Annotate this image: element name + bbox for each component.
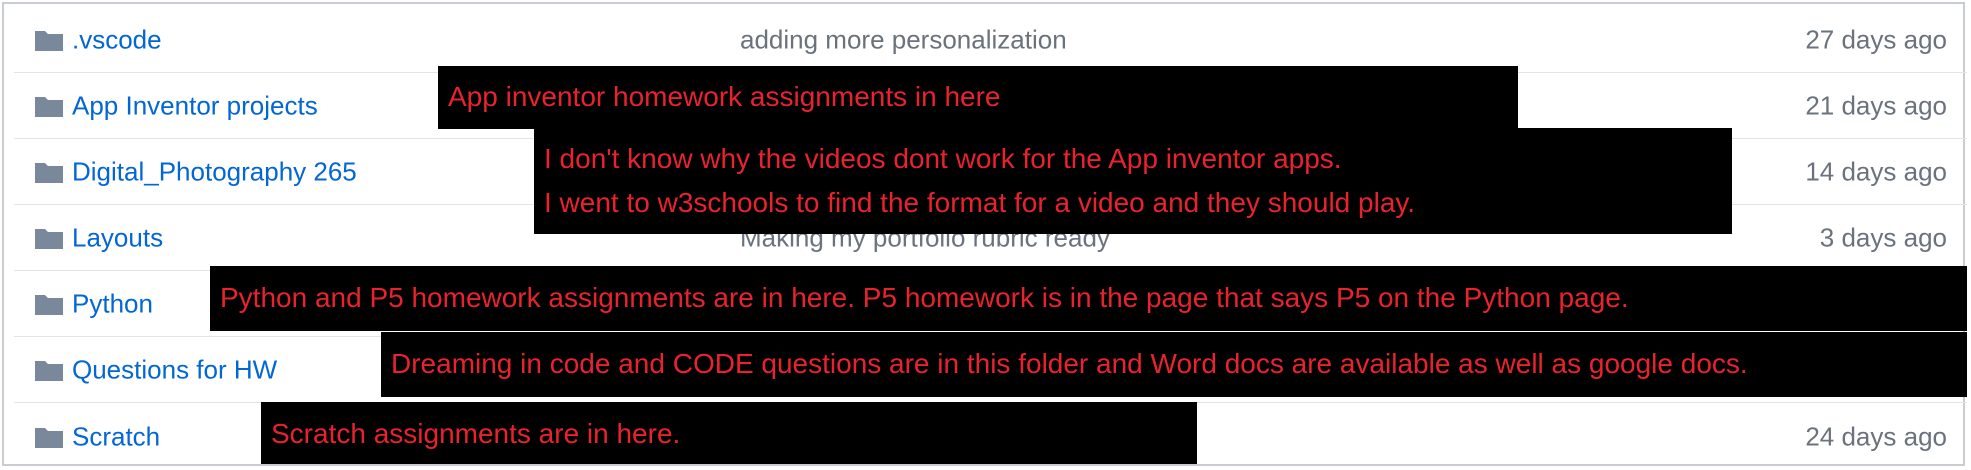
commit-age: 24 days ago bbox=[1805, 421, 1947, 451]
folder-name-link[interactable]: Digital_Photography 265 bbox=[72, 157, 357, 188]
folder-name-link[interactable]: .vscode bbox=[72, 25, 162, 56]
folder-icon bbox=[34, 358, 64, 382]
annotation-app-inventor: App inventor homework assignments in her… bbox=[438, 66, 1518, 129]
commit-age: 3 days ago bbox=[1819, 222, 1947, 253]
commit-age: 27 days ago bbox=[1805, 24, 1947, 55]
annotation-line: Python and P5 homework assignments are i… bbox=[220, 282, 1629, 313]
annotation-scratch: Scratch assignments are in here. bbox=[261, 402, 1197, 464]
folder-name-link[interactable]: Layouts bbox=[72, 223, 163, 254]
commit-age: 14 days ago bbox=[1805, 156, 1947, 187]
folder-icon bbox=[34, 28, 64, 52]
folder-icon bbox=[34, 292, 64, 316]
annotation-line: Dreaming in code and CODE questions are … bbox=[391, 348, 1748, 379]
annotation-line: I don't know why the videos dont work fo… bbox=[544, 143, 1342, 174]
annotation-line: App inventor homework assignments in her… bbox=[448, 81, 1001, 112]
commit-age: 21 days ago bbox=[1805, 90, 1947, 121]
folder-icon bbox=[34, 425, 64, 449]
folder-icon bbox=[34, 226, 64, 250]
folder-name-link[interactable]: Python bbox=[72, 289, 153, 320]
annotation-digital-photography: I don't know why the videos dont work fo… bbox=[534, 128, 1732, 234]
folder-name-link[interactable]: App Inventor projects bbox=[72, 91, 318, 122]
file-row[interactable]: .vscode adding more personalization 27 d… bbox=[14, 8, 1967, 73]
folder-name-link[interactable]: Questions for HW bbox=[72, 355, 277, 386]
annotation-questions-hw: Dreaming in code and CODE questions are … bbox=[381, 332, 1967, 397]
folder-icon bbox=[34, 94, 64, 118]
annotation-python: Python and P5 homework assignments are i… bbox=[210, 266, 1967, 331]
annotation-line: I went to w3schools to find the format f… bbox=[544, 187, 1416, 218]
annotation-line: Scratch assignments are in here. bbox=[271, 418, 681, 449]
commit-message[interactable]: adding more personalization bbox=[740, 25, 1067, 56]
folder-icon bbox=[34, 160, 64, 184]
folder-name-link[interactable]: Scratch bbox=[72, 421, 160, 452]
